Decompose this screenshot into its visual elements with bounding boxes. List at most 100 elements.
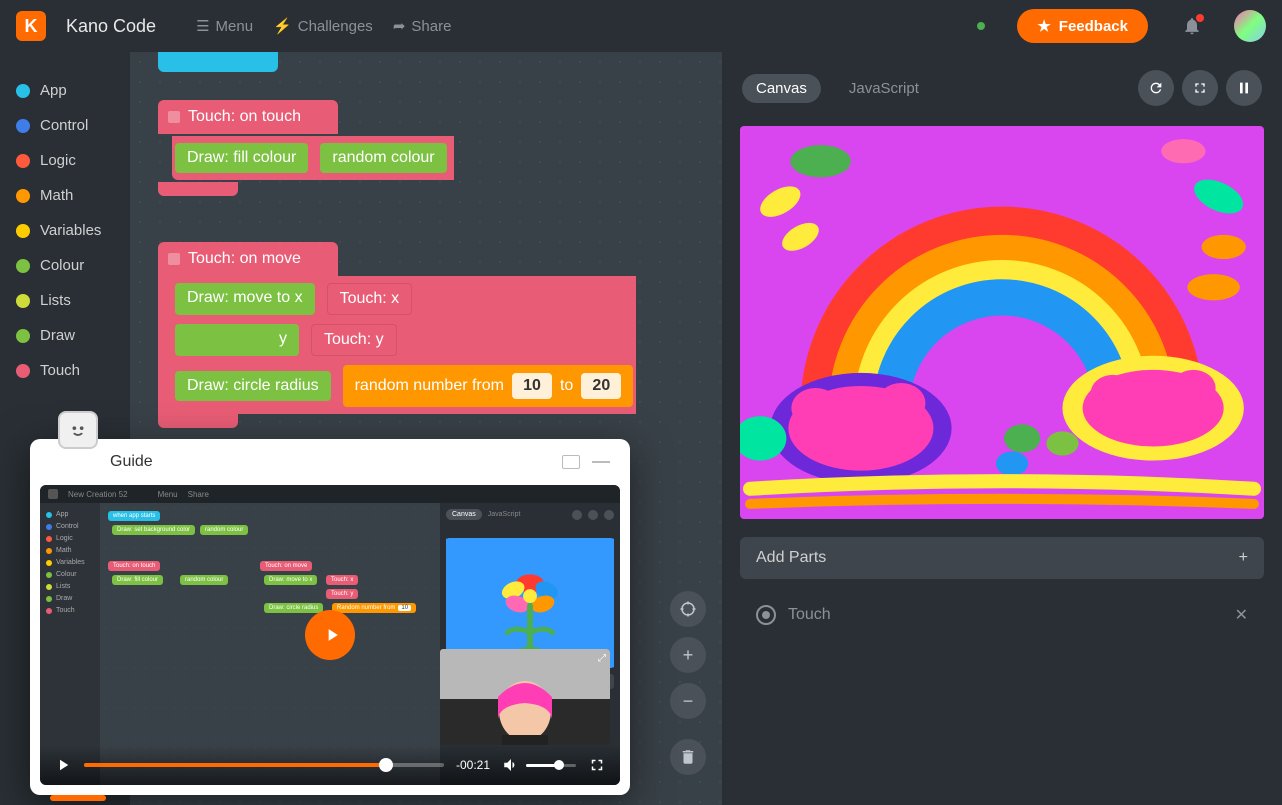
category-touch[interactable]: Touch bbox=[16, 362, 114, 379]
block-label: Touch: y bbox=[324, 331, 384, 348]
category-label: Lists bbox=[40, 292, 71, 309]
block-label: Touch: x bbox=[340, 290, 400, 307]
guide-robot-icon bbox=[58, 411, 98, 449]
tab-canvas[interactable]: Canvas bbox=[742, 74, 821, 103]
block-app-partial[interactable] bbox=[158, 52, 278, 72]
menu-button[interactable]: ☰ Menu bbox=[196, 17, 253, 35]
video-play-button[interactable] bbox=[54, 756, 72, 774]
mini-block: random colour bbox=[180, 575, 228, 585]
center-button[interactable] bbox=[670, 591, 706, 627]
part-touch[interactable]: Touch ✕ bbox=[740, 595, 1264, 635]
app-title: Kano Code bbox=[66, 16, 156, 37]
feedback-button[interactable]: ★ Feedback bbox=[1017, 9, 1148, 43]
category-variables[interactable]: Variables bbox=[16, 222, 114, 239]
plus-icon: + bbox=[683, 645, 694, 666]
video-progress[interactable] bbox=[84, 763, 444, 767]
notifications-button[interactable] bbox=[1182, 16, 1202, 36]
category-logic[interactable]: Logic bbox=[16, 152, 114, 169]
notification-dot bbox=[1196, 14, 1204, 22]
category-colour[interactable]: Colour bbox=[16, 257, 114, 274]
block-draw-fill-colour[interactable]: Draw: fill colour bbox=[175, 143, 308, 173]
block-draw-move-to-x[interactable]: Draw: move to x bbox=[175, 283, 315, 315]
mini-block: random colour bbox=[200, 525, 248, 535]
dot-icon bbox=[16, 259, 30, 273]
bolt-icon: ⚡ bbox=[273, 17, 292, 35]
menu-icon: ☰ bbox=[196, 17, 209, 35]
play-icon bbox=[322, 625, 342, 645]
touch-icon bbox=[756, 605, 776, 625]
guide-panel: Guide New Creation 52 Menu Share App Con… bbox=[30, 439, 630, 795]
mini-block: Touch: on touch bbox=[108, 561, 160, 571]
volume-knob[interactable] bbox=[554, 760, 564, 770]
minus-icon: − bbox=[683, 691, 694, 712]
category-control[interactable]: Control bbox=[16, 117, 114, 134]
block-label: Draw: circle radius bbox=[187, 377, 319, 394]
input-random-to[interactable]: 20 bbox=[581, 373, 621, 399]
block-random-colour[interactable]: random colour bbox=[320, 143, 446, 173]
guide-minimize-button[interactable] bbox=[592, 461, 610, 463]
guide-header: Guide bbox=[30, 439, 630, 485]
challenges-button[interactable]: ⚡ Challenges bbox=[273, 17, 373, 35]
workspace-controls: + − bbox=[670, 591, 706, 775]
video-progress-knob[interactable] bbox=[379, 758, 393, 772]
canvas-drawing bbox=[740, 126, 1264, 519]
block-group-on-touch[interactable]: Touch: on touch Draw: fill colour random… bbox=[158, 100, 454, 196]
video-volume[interactable] bbox=[502, 756, 576, 774]
user-avatar[interactable] bbox=[1234, 10, 1266, 42]
pause-button[interactable] bbox=[1226, 70, 1262, 106]
dot-icon bbox=[16, 364, 30, 378]
category-label: Touch bbox=[40, 362, 80, 379]
category-draw[interactable]: Draw bbox=[16, 327, 114, 344]
canvas-tabs: Canvas JavaScript bbox=[722, 52, 1282, 116]
block-touch-y[interactable]: Touch: y bbox=[311, 324, 397, 356]
block-label: to bbox=[560, 377, 573, 395]
guide-accent-bar bbox=[50, 795, 106, 801]
trash-button[interactable] bbox=[670, 739, 706, 775]
category-label: App bbox=[40, 82, 67, 99]
guide-play-button[interactable] bbox=[305, 610, 355, 660]
pause-icon bbox=[1236, 80, 1252, 96]
guide-video[interactable]: New Creation 52 Menu Share App Control L… bbox=[40, 485, 620, 785]
category-app[interactable]: App bbox=[16, 82, 114, 99]
mini-block: Draw: circle radius bbox=[264, 603, 323, 613]
guide-popout-button[interactable] bbox=[562, 455, 580, 469]
volume-fill bbox=[526, 764, 556, 767]
zoom-in-button[interactable]: + bbox=[670, 637, 706, 673]
block-y[interactable]: y bbox=[175, 324, 299, 356]
block-label: Touch: on move bbox=[188, 250, 301, 267]
right-panel: Canvas JavaScript bbox=[722, 52, 1282, 805]
fullscreen-button[interactable] bbox=[1182, 70, 1218, 106]
dot-icon bbox=[16, 294, 30, 308]
block-touch-on-move[interactable]: Touch: on move bbox=[158, 242, 338, 276]
block-random-number[interactable]: random number from 10 to 20 bbox=[343, 365, 634, 407]
mini-block: Draw: move to x bbox=[264, 575, 317, 585]
dot-icon bbox=[16, 119, 30, 133]
block-label: Touch: on touch bbox=[188, 108, 301, 125]
category-math[interactable]: Math bbox=[16, 187, 114, 204]
app-logo[interactable]: K bbox=[16, 11, 46, 41]
fullscreen-icon bbox=[588, 756, 606, 774]
share-button[interactable]: ➦ Share bbox=[393, 17, 452, 35]
menu-label: Menu bbox=[216, 18, 254, 35]
block-draw-circle-radius[interactable]: Draw: circle radius bbox=[175, 371, 331, 401]
video-fullscreen-button[interactable] bbox=[588, 756, 606, 774]
input-random-from[interactable]: 10 bbox=[512, 373, 552, 399]
volume-track[interactable] bbox=[526, 764, 576, 767]
block-group-on-move[interactable]: Touch: on move Draw: move to x Touch: x … bbox=[158, 242, 636, 428]
category-lists[interactable]: Lists bbox=[16, 292, 114, 309]
block-touch-x[interactable]: Touch: x bbox=[327, 283, 413, 315]
block-touch-on-touch[interactable]: Touch: on touch bbox=[158, 100, 338, 134]
part-label: Touch bbox=[788, 606, 831, 624]
restart-icon bbox=[1148, 80, 1164, 96]
presenter-expand-button[interactable]: ⤢ bbox=[598, 653, 606, 664]
tab-javascript[interactable]: JavaScript bbox=[835, 74, 933, 103]
guide-title: Guide bbox=[110, 453, 550, 471]
restart-button[interactable] bbox=[1138, 70, 1174, 106]
mini-workspace: when app starts Draw: set background col… bbox=[100, 503, 440, 785]
add-parts-button[interactable]: Add Parts + bbox=[740, 537, 1264, 579]
canvas-output[interactable] bbox=[740, 126, 1264, 519]
zoom-out-button[interactable]: − bbox=[670, 683, 706, 719]
remove-part-button[interactable]: ✕ bbox=[1235, 605, 1248, 625]
mini-logo-icon bbox=[48, 489, 58, 499]
add-parts-label: Add Parts bbox=[756, 549, 826, 567]
